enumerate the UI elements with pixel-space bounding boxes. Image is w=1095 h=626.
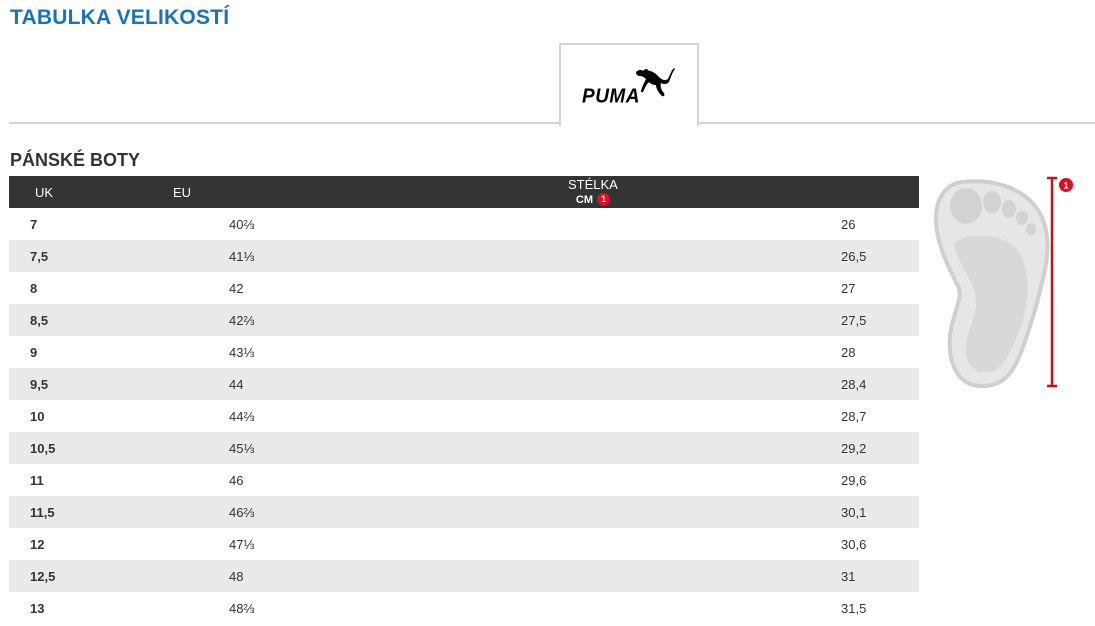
table-row: 8 42 27 (9, 272, 919, 304)
table-row: 9,5 44 28,4 (9, 368, 919, 400)
eu-cell: 46 (229, 472, 244, 488)
table-row: 7,5 41⅓ 26,5 (9, 240, 919, 272)
cm-cell: 31 (264, 560, 919, 592)
eu-cell: 40⅔ (229, 216, 255, 232)
table-row: 11,5 46⅔ 30,1 (9, 496, 919, 528)
eu-cell: 44 (79, 368, 264, 400)
uk-cell: 7 (30, 216, 38, 232)
uk-cell: 10 (30, 408, 45, 424)
uk-cell: 11,5 (9, 496, 79, 528)
size-table: UK EU STÉLKA CM 1 7 40⅔ 26 7,5 41⅓ 26,5 8 42 27 8… (9, 176, 919, 624)
eu-cell: 44⅔ (229, 408, 255, 424)
brand-wordmark: PUMA (582, 84, 640, 108)
cm-cell: 27 (841, 280, 856, 296)
table-row: 13 48⅔ 31,5 (9, 592, 919, 624)
uk-cell: 8,5 (9, 304, 79, 336)
eu-cell: 42⅔ (79, 304, 264, 336)
uk-cell: 12 (30, 536, 45, 552)
cm-cell: 28,4 (264, 368, 919, 400)
measure-marker-badge: 1 (596, 193, 610, 206)
eu-cell: 46⅔ (79, 496, 264, 528)
eu-cell: 45⅓ (79, 432, 264, 464)
eu-cell: 48⅔ (229, 600, 255, 616)
eu-cell: 41⅓ (79, 240, 264, 272)
foot-length-icon: 1 (933, 176, 1073, 389)
header-insole-unit: CM (575, 193, 593, 206)
cm-cell: 26,5 (264, 240, 919, 272)
table-row: 7 40⅔ 26 (9, 208, 919, 240)
size-rows: 7 40⅔ 26 7,5 41⅓ 26,5 8 42 27 8,5 42⅔ 27,5 9 43⅓ 28 9,5… (9, 208, 919, 624)
header-uk: UK (9, 176, 79, 208)
cm-cell: 26 (841, 216, 856, 232)
table-row: 11 46 29,6 (9, 464, 919, 496)
cm-cell: 30,6 (841, 536, 867, 552)
brand-tabs: PUMA (9, 43, 1095, 126)
cm-cell: 30,1 (264, 496, 919, 528)
section-title: PÁNSKÉ BOTY (10, 150, 141, 170)
uk-cell: 11 (30, 472, 44, 488)
eu-cell: 43⅓ (229, 344, 255, 360)
uk-cell: 8 (30, 280, 38, 296)
uk-cell: 9,5 (9, 368, 79, 400)
tab-puma[interactable]: PUMA (559, 43, 699, 126)
table-row: 10 44⅔ 28,7 (9, 400, 919, 432)
cm-cell: 31,5 (841, 600, 867, 616)
cm-cell: 27,5 (264, 304, 919, 336)
uk-cell: 9 (30, 344, 38, 360)
uk-cell: 7,5 (9, 240, 79, 272)
table-row: 10,5 45⅓ 29,2 (9, 432, 919, 464)
eu-cell: 47⅓ (229, 536, 255, 552)
header-eu: EU (79, 176, 264, 208)
cm-cell: 29,2 (264, 432, 919, 464)
cm-cell: 29,6 (841, 472, 867, 488)
page-title: TABULKA VELIKOSTÍ (10, 6, 230, 29)
table-header-row: UK EU STÉLKA CM 1 (9, 176, 919, 208)
table-row: 12,5 48 31 (9, 560, 919, 592)
uk-cell: 10,5 (9, 432, 79, 464)
tab-baseline (9, 122, 1095, 124)
cm-cell: 28,7 (841, 408, 867, 424)
table-row: 9 43⅓ 28 (9, 336, 919, 368)
header-insole: STÉLKA CM 1 (264, 176, 919, 208)
brand-logo: PUMA (582, 66, 676, 106)
header-insole-label: STÉLKA (568, 176, 618, 192)
uk-cell: 13 (30, 600, 45, 616)
cm-cell: 28 (841, 344, 856, 360)
foot-marker-label: 1 (1063, 181, 1068, 191)
table-row: 12 47⅓ 30,6 (9, 528, 919, 560)
table-row: 8,5 42⅔ 27,5 (9, 304, 919, 336)
eu-cell: 42 (229, 280, 244, 296)
puma-cat-icon (635, 67, 675, 96)
eu-cell: 48 (79, 560, 264, 592)
uk-cell: 12,5 (9, 560, 79, 592)
